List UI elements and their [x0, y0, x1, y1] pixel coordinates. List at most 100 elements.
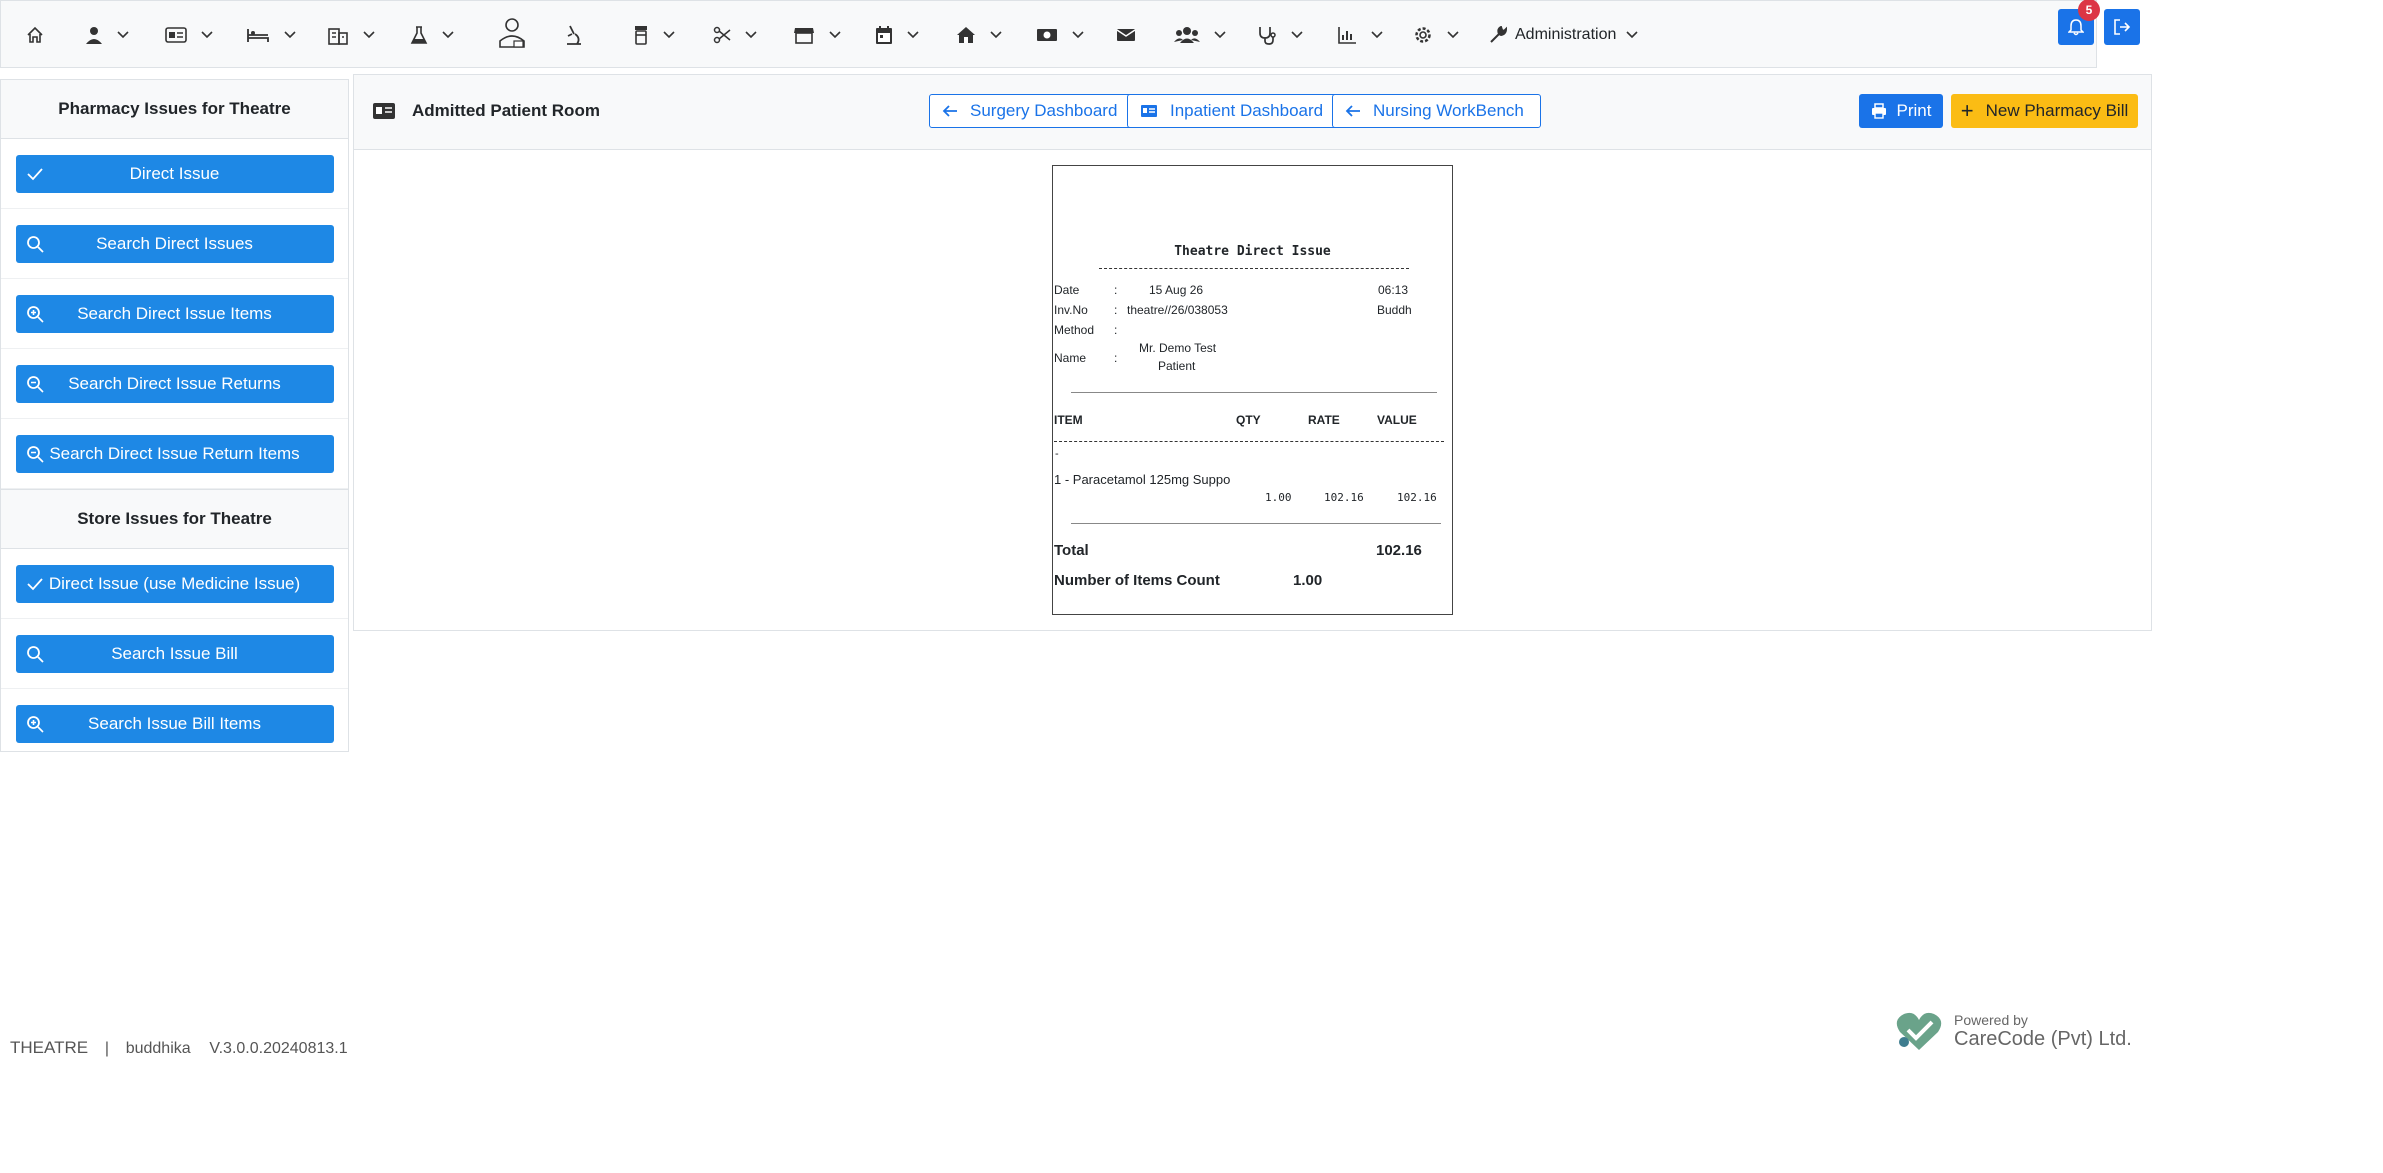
- nav-hr-menu[interactable]: [1174, 21, 1226, 49]
- search-issue-bill-button[interactable]: Search Issue Bill: [15, 634, 334, 673]
- name-label: Name: [1054, 351, 1087, 365]
- nav-microscope[interactable]: [563, 21, 583, 49]
- id-card-icon: [165, 27, 187, 43]
- search-direct-issue-return-items-button[interactable]: Search Direct Issue Return Items: [15, 434, 334, 473]
- page-title-text: Admitted Patient Room: [412, 101, 600, 120]
- nursing-workbench-button[interactable]: Nursing WorkBench: [1332, 94, 1541, 128]
- divider: [1071, 392, 1437, 393]
- chevron-down-icon: [363, 31, 375, 39]
- pharmacy-issues-header: Pharmacy Issues for Theatre: [1, 80, 348, 139]
- patient-icon: [86, 27, 102, 44]
- envelope-icon: [1116, 29, 1136, 41]
- chevron-down-icon: [663, 31, 675, 39]
- invno-label: Inv.No: [1054, 303, 1088, 317]
- item-value: 102.16: [1397, 491, 1437, 504]
- nav-opd-menu[interactable]: [165, 21, 213, 49]
- powered-by-text: Powered by: [1954, 1011, 2028, 1028]
- chevron-down-icon: [1447, 31, 1459, 39]
- nav-home[interactable]: [25, 21, 45, 49]
- money-icon: [1037, 29, 1057, 41]
- colon: :: [1114, 323, 1118, 337]
- receipt-preview: Theatre Direct Issue Date : 15 Aug 26 06…: [1052, 165, 1453, 615]
- total-value: 102.16: [1376, 542, 1422, 559]
- item-rate: 102.16: [1324, 491, 1364, 504]
- search-direct-issue-items-button[interactable]: Search Direct Issue Items: [15, 294, 334, 333]
- search-icon: [26, 235, 44, 253]
- button-label: Print: [1896, 101, 1932, 120]
- check-icon: [26, 577, 43, 590]
- chevron-down-icon: [990, 31, 1002, 39]
- nav-clinical-menu[interactable]: [1257, 21, 1303, 49]
- flask-icon: [410, 26, 428, 44]
- sidebar-item-label: Search Direct Issue Returns: [68, 373, 281, 393]
- search-direct-issue-returns-button[interactable]: Search Direct Issue Returns: [15, 364, 334, 403]
- chevron-down-icon: [117, 31, 129, 39]
- chevron-down-icon: [1214, 31, 1226, 39]
- item-name: 1 - Paracetamol 125mg Suppo: [1054, 472, 1231, 487]
- scissors-icon: [713, 26, 731, 44]
- zoom-in-icon: [26, 305, 44, 323]
- item-qty: 1.00: [1265, 491, 1292, 504]
- arrow-left-icon: [942, 105, 957, 117]
- sidebar-row: Search Direct Issues: [1, 209, 348, 279]
- button-label: Surgery Dashboard: [970, 101, 1118, 120]
- bar-chart-icon: [1338, 27, 1356, 44]
- nav-lab-menu[interactable]: [410, 21, 454, 49]
- chevron-down-icon: [745, 31, 757, 39]
- inpatient-dashboard-button[interactable]: Inpatient Dashboard: [1127, 94, 1341, 128]
- sidebar-row: Search Direct Issue Returns: [1, 349, 348, 419]
- column-header-item: ITEM: [1054, 413, 1083, 427]
- plus-icon: +: [1960, 98, 1974, 123]
- chevron-down-icon: [829, 31, 841, 39]
- print-button[interactable]: Print: [1859, 94, 1943, 128]
- logout-button[interactable]: [2104, 9, 2140, 45]
- nav-reports-menu[interactable]: [1337, 21, 1383, 49]
- nav-pharmacy-menu[interactable]: [633, 21, 675, 49]
- nav-theatre-menu[interactable]: [713, 21, 757, 49]
- patient-name-line1: Mr. Demo Test: [1139, 341, 1217, 355]
- nav-hospital-menu[interactable]: [327, 21, 375, 49]
- new-pharmacy-bill-button[interactable]: + New Pharmacy Bill: [1951, 94, 2138, 128]
- sidebar-row: Search Issue Bill: [1, 619, 348, 689]
- search-issue-bill-items-button[interactable]: Search Issue Bill Items: [15, 704, 334, 743]
- sidebar-item-label: Search Direct Issue Return Items: [49, 443, 300, 463]
- search-direct-issues-button[interactable]: Search Direct Issues: [15, 224, 334, 263]
- nav-facility-menu[interactable]: [956, 21, 1002, 49]
- footer-module: THEATRE: [10, 1038, 89, 1057]
- surgery-dashboard-button[interactable]: Surgery Dashboard: [929, 94, 1135, 128]
- user-value: Buddh: [1377, 303, 1412, 317]
- bell-icon: [2068, 19, 2084, 36]
- zoom-in-icon: [26, 715, 44, 733]
- sidebar-item-label: Search Direct Issue Items: [77, 303, 272, 323]
- users-icon: [1174, 27, 1200, 43]
- nav-inpatient-menu[interactable]: [246, 21, 296, 49]
- chevron-down-icon: [442, 31, 454, 39]
- nav-store-menu[interactable]: [793, 21, 841, 49]
- nav-appointment-menu[interactable]: [875, 21, 919, 49]
- button-label: New Pharmacy Bill: [1985, 101, 2129, 120]
- pill-bottle-icon: [635, 26, 647, 45]
- items-count-label: Number of Items Count: [1054, 572, 1220, 589]
- sidebar-item-label: Direct Issue: [129, 163, 220, 183]
- footer-user: buddhika: [125, 1040, 191, 1057]
- items-count-value: 1.00: [1293, 572, 1323, 589]
- microscope-icon: [567, 25, 581, 45]
- check-icon: [26, 167, 43, 180]
- nav-cashier-menu[interactable]: [1036, 21, 1084, 49]
- house-icon: [957, 27, 975, 43]
- footer-separator: |: [104, 1040, 109, 1057]
- nav-doctor[interactable]: [497, 18, 527, 48]
- chevron-down-icon: [1371, 31, 1383, 39]
- button-label: Nursing WorkBench: [1373, 101, 1524, 120]
- nav-messages[interactable]: [1116, 21, 1136, 49]
- direct-issue-medicine-button[interactable]: Direct Issue (use Medicine Issue): [15, 564, 334, 603]
- sidebar-row: Search Issue Bill Items: [1, 689, 348, 758]
- notifications-button[interactable]: 5: [2058, 0, 2100, 45]
- top-navbar: Administration 5: [0, 0, 2140, 68]
- nav-administration-menu[interactable]: Administration: [1489, 21, 1638, 49]
- column-header-qty: QTY: [1236, 413, 1261, 427]
- invno-value: theatre//26/038053: [1127, 303, 1228, 317]
- nav-settings-menu[interactable]: [1413, 21, 1459, 49]
- direct-issue-button[interactable]: Direct Issue: [15, 154, 334, 193]
- nav-patient-menu[interactable]: [85, 21, 129, 49]
